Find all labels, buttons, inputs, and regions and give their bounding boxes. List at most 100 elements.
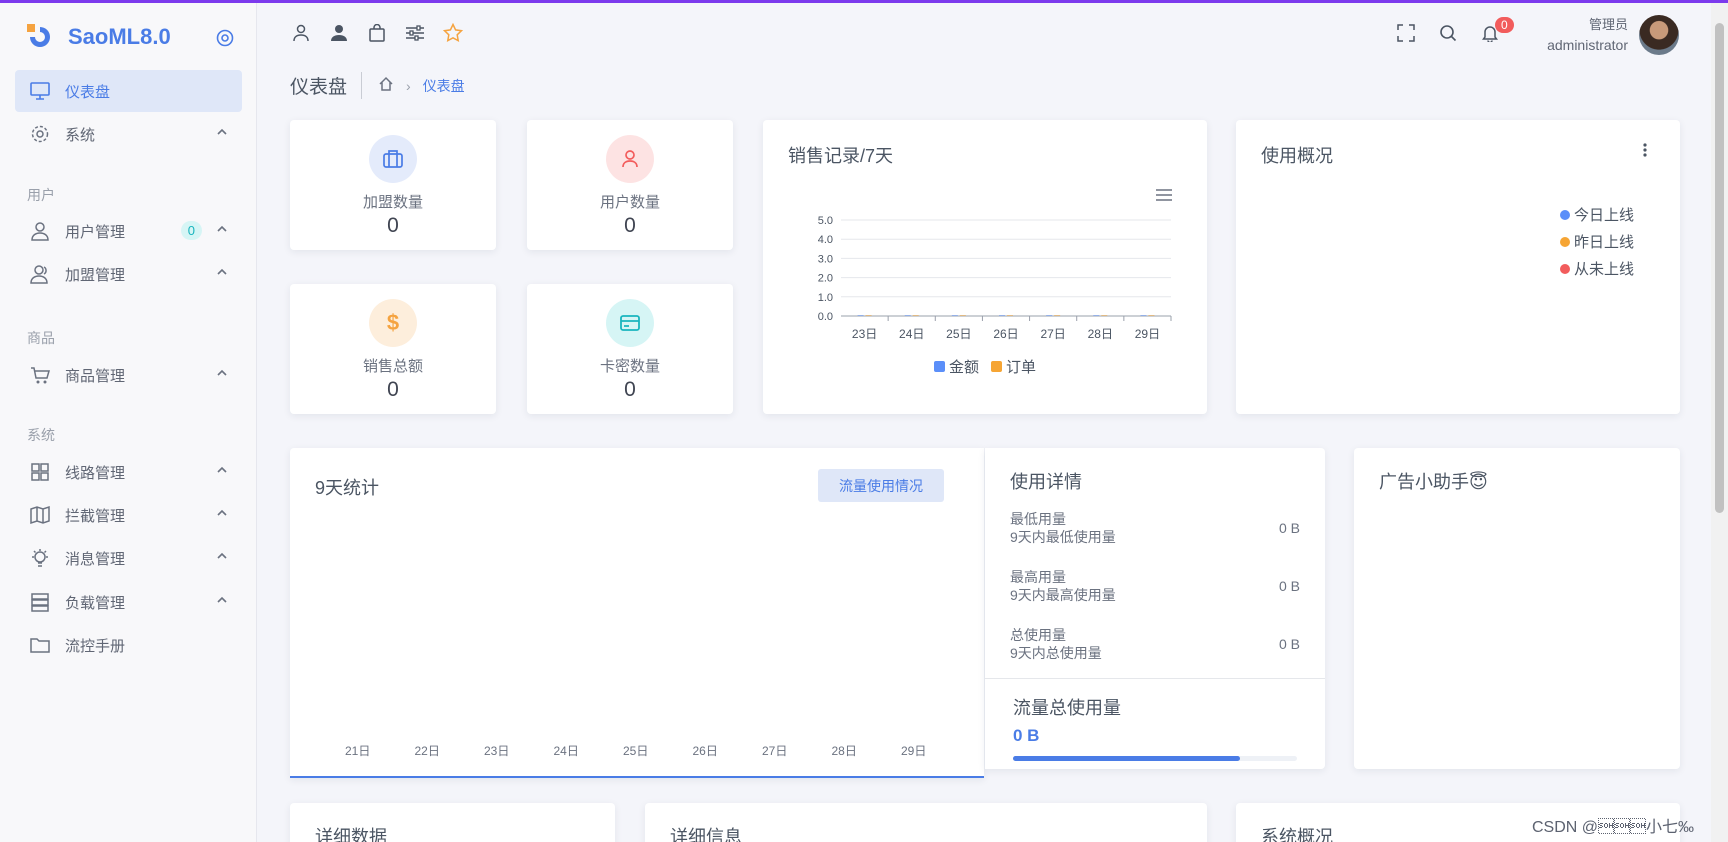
user-icon bbox=[606, 135, 654, 183]
shopping-bag-icon[interactable] bbox=[366, 22, 388, 44]
section-label-system: 系统 bbox=[27, 427, 55, 443]
sales-chart: 5.0 4.0 3.0 2.0 1.0 0.0 23日 24日 25日 26日 27日 28日 29日 bbox=[818, 215, 1172, 341]
bar[interactable] bbox=[999, 315, 1005, 316]
sidebar-item-label: 加盟管理 bbox=[65, 266, 126, 284]
chevron-up-icon bbox=[217, 128, 227, 135]
bar[interactable] bbox=[912, 315, 919, 316]
y-tick-label: 4.0 bbox=[818, 234, 833, 246]
sidebar-item-dashboard[interactable]: 仪表盘 bbox=[15, 70, 242, 112]
bar[interactable] bbox=[904, 315, 911, 316]
brand[interactable]: SaoML8.0 bbox=[26, 23, 171, 51]
sidebar-item-flow-manual[interactable]: 流控手册 bbox=[15, 624, 242, 666]
grid-icon bbox=[29, 461, 51, 483]
star-icon[interactable] bbox=[442, 22, 464, 44]
watermark: CSDN @小七‰ bbox=[1532, 819, 1695, 836]
home-icon[interactable] bbox=[378, 76, 394, 95]
fullscreen-icon[interactable] bbox=[1395, 22, 1417, 44]
more-vertical-icon[interactable] bbox=[1642, 142, 1648, 163]
x-tick-label: 22日 bbox=[414, 744, 440, 758]
detail-row-max: 最高用量 9天内最高使用量 0 B bbox=[1010, 568, 1300, 604]
bar[interactable] bbox=[1140, 315, 1147, 316]
folder-icon bbox=[29, 634, 51, 656]
card-title: 9天统计 bbox=[315, 478, 380, 498]
traffic-usage-button[interactable]: 流量使用情况 bbox=[818, 469, 944, 502]
sidebar-item-message-management[interactable]: 消息管理 bbox=[15, 537, 242, 579]
x-tick-label: 23日 bbox=[852, 327, 877, 341]
legend-item[interactable]: 订单 bbox=[991, 356, 1036, 377]
detail-name: 最低用量 bbox=[1010, 511, 1066, 527]
divider bbox=[985, 678, 1325, 679]
user-outline-icon[interactable] bbox=[290, 22, 312, 44]
user-filled-icon[interactable] bbox=[328, 22, 350, 44]
user-name: administrator bbox=[1547, 37, 1628, 53]
stat-card-cards: 卡密数量 0 bbox=[527, 284, 733, 414]
bar[interactable] bbox=[959, 315, 966, 316]
x-tick-label: 27日 bbox=[762, 744, 788, 758]
scrollbar[interactable] bbox=[1711, 3, 1728, 842]
legend-item[interactable]: 今日上线 bbox=[1560, 204, 1634, 225]
usage-overview-card: 使用概况 今日上线 昨日上线 从未上线 bbox=[1236, 120, 1680, 414]
user-role: 管理员 bbox=[1588, 17, 1628, 32]
sidebar-item-label: 用户管理 bbox=[65, 223, 126, 241]
target-icon[interactable] bbox=[216, 29, 234, 47]
bulb-icon bbox=[29, 547, 51, 569]
sidebar-item-franchise-management[interactable]: 加盟管理 bbox=[15, 253, 242, 295]
legend-item[interactable]: 昨日上线 bbox=[1560, 231, 1634, 252]
bar[interactable] bbox=[1093, 315, 1100, 316]
count-badge: 0 bbox=[180, 221, 202, 240]
stat-value: 0 bbox=[624, 214, 636, 237]
detail-info-card: 详细信息 bbox=[645, 803, 1207, 842]
user-icon bbox=[29, 220, 51, 242]
x-tick-label: 23日 bbox=[484, 744, 510, 758]
avatar[interactable] bbox=[1639, 15, 1679, 55]
bar[interactable] bbox=[1054, 315, 1061, 316]
monitor-icon bbox=[29, 80, 51, 102]
card-title: 广告小助手😇 bbox=[1379, 472, 1488, 492]
detail-data-card: 详细数据 bbox=[290, 803, 615, 842]
chevron-up-icon bbox=[217, 509, 227, 516]
user-info[interactable]: 管理员 administrator bbox=[1532, 15, 1628, 55]
breadcrumb: 仪表盘 › 仪表盘 bbox=[290, 72, 465, 99]
legend-label: 从未上线 bbox=[1574, 261, 1635, 278]
legend-label: 今日上线 bbox=[1574, 207, 1635, 224]
x-tick-label: 25日 bbox=[623, 744, 649, 758]
detail-row-total: 总使用量 9天内总使用量 0 B bbox=[1010, 626, 1300, 662]
bar[interactable] bbox=[1148, 315, 1155, 316]
legend-swatch bbox=[1560, 263, 1570, 274]
search-icon[interactable] bbox=[1437, 22, 1459, 44]
sidebar-item-product-management[interactable]: 商品管理 bbox=[15, 354, 242, 396]
sidebar-item-intercept-management[interactable]: 拦截管理 bbox=[15, 494, 242, 536]
detail-name: 总使用量 bbox=[1010, 627, 1066, 643]
breadcrumb-separator-icon: › bbox=[406, 77, 411, 94]
ad-helper-card: 广告小助手😇 bbox=[1354, 448, 1680, 769]
bar[interactable] bbox=[857, 315, 864, 316]
y-tick-label: 2.0 bbox=[818, 273, 833, 285]
card-icon bbox=[606, 299, 654, 347]
sidebar-item-label: 商品管理 bbox=[65, 367, 126, 385]
legend-item[interactable]: 金额 bbox=[934, 356, 979, 377]
chevron-up-icon bbox=[217, 596, 227, 603]
breadcrumb-current[interactable]: 仪表盘 bbox=[423, 76, 465, 96]
legend-item[interactable]: 从未上线 bbox=[1560, 258, 1634, 279]
sidebar-item-system[interactable]: 系统 bbox=[15, 113, 242, 155]
bar[interactable] bbox=[951, 315, 958, 316]
bar[interactable] bbox=[1046, 315, 1053, 316]
legend-swatch bbox=[1560, 236, 1570, 247]
stat-label: 用户数量 bbox=[599, 194, 660, 211]
detail-desc: 9天内最高使用量 bbox=[1010, 587, 1116, 603]
detail-value: 0 B bbox=[1278, 578, 1300, 594]
stat-value: 0 bbox=[387, 214, 399, 237]
detail-name: 最高用量 bbox=[1010, 569, 1066, 585]
bar[interactable] bbox=[1007, 315, 1013, 316]
chart-menu-icon[interactable] bbox=[1155, 188, 1173, 207]
sidebar-item-user-management[interactable]: 用户管理 0 bbox=[15, 210, 242, 252]
sidebar-item-route-management[interactable]: 线路管理 bbox=[15, 451, 242, 493]
bar[interactable] bbox=[1101, 315, 1108, 316]
header-tools bbox=[1395, 22, 1501, 44]
card-title: 系统概况 bbox=[1261, 827, 1333, 842]
scroll-thumb[interactable] bbox=[1715, 23, 1724, 513]
sidebar-item-label: 负载管理 bbox=[65, 594, 126, 612]
sidebar-item-load-management[interactable]: 负载管理 bbox=[15, 581, 242, 623]
bar[interactable] bbox=[865, 315, 872, 316]
sliders-icon[interactable] bbox=[404, 22, 426, 44]
